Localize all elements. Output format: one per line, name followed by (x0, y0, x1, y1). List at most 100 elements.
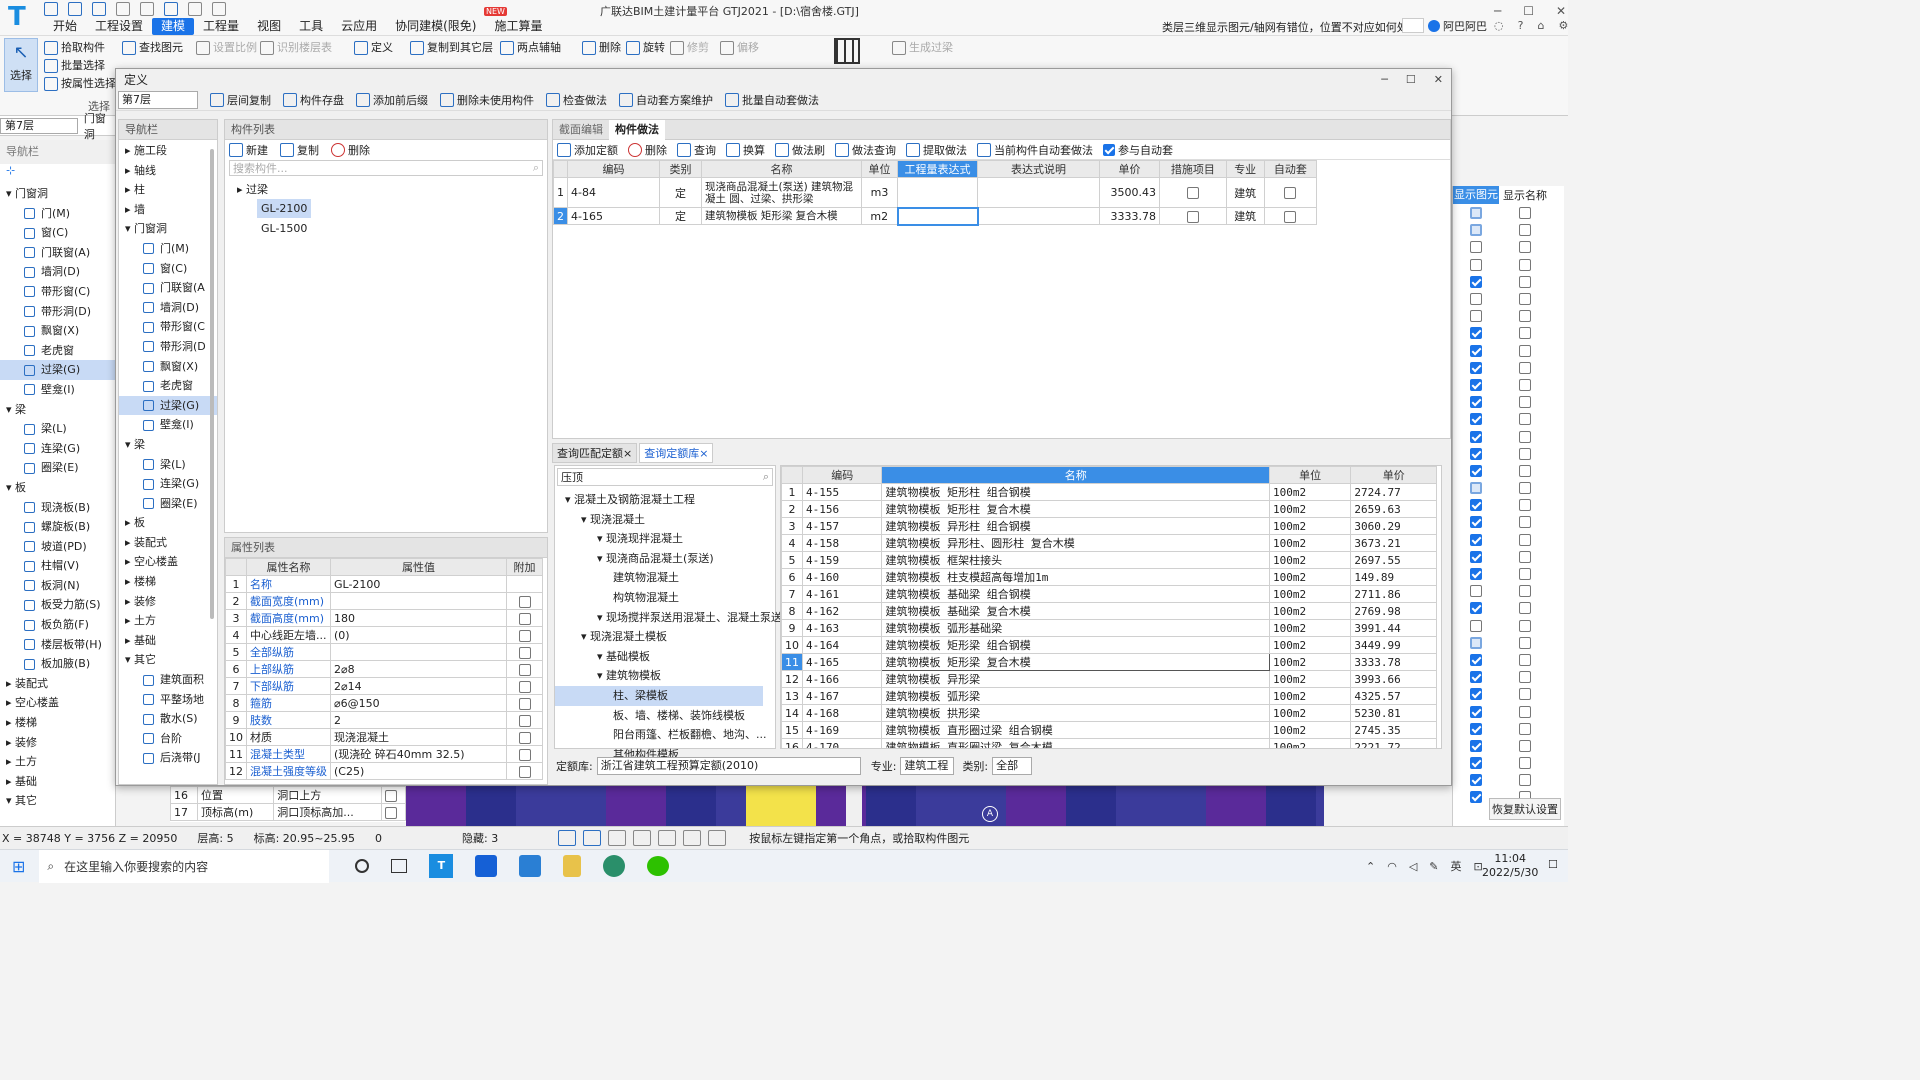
nav-item[interactable]: 门(M) (119, 239, 217, 259)
attach-checkbox[interactable] (518, 697, 531, 710)
floor-selector[interactable]: 第7层 门窗洞 (0, 112, 116, 141)
nav-item[interactable]: 后浇带(J (119, 748, 217, 768)
close-tab-icon[interactable]: × (699, 447, 708, 460)
nav-group[interactable]: ▸ 轴线 (119, 161, 217, 181)
attach-checkbox[interactable] (518, 748, 531, 761)
show-element-checkbox[interactable] (1470, 636, 1482, 649)
menu-tab[interactable]: 工具 (290, 18, 332, 35)
quota-tree-node[interactable]: ▾ 现浇商品混凝土(泵送) (555, 549, 775, 569)
quota-cell-price[interactable]: 2659.63 (1350, 500, 1437, 518)
quota-cell-unit[interactable]: 100m2 (1268, 653, 1352, 671)
nav-group[interactable]: ▸ 装修 (119, 592, 217, 612)
show-name-checkbox[interactable] (1519, 241, 1531, 254)
nav-item[interactable]: 窗(C) (119, 259, 217, 279)
show-element-checkbox[interactable] (1470, 413, 1482, 426)
quota-cell-price[interactable]: 2221.72 (1350, 738, 1437, 748)
quota-row[interactable]: 10 4-164 建筑物模板 矩形梁 组合钢模 100m2 3449.99 (781, 636, 1437, 654)
show-element-checkbox[interactable] (1470, 739, 1482, 752)
major-dropdown[interactable]: 建筑工程 (900, 757, 955, 775)
nav-item[interactable]: 带形窗(C) (0, 282, 115, 302)
quota-cell-price[interactable]: 2711.86 (1350, 585, 1437, 603)
show-element-checkbox[interactable] (1470, 722, 1482, 735)
show-name-checkbox[interactable] (1519, 757, 1531, 770)
dialog-tool-button[interactable]: 检查做法 (546, 92, 607, 108)
cloud-icon[interactable] (164, 2, 178, 16)
nav-item[interactable]: 飘窗(X) (119, 357, 217, 377)
search-icon[interactable]: ⌕ (533, 161, 542, 175)
show-element-checkbox[interactable] (1470, 791, 1482, 804)
nav-group[interactable]: ▸ 楼梯 (119, 572, 217, 592)
quota-cell-n[interactable]: 3 (781, 517, 803, 535)
quota-cell-n[interactable]: 13 (781, 687, 803, 705)
quota-tree-node[interactable]: 建筑物混凝土 (555, 568, 775, 588)
gtj-app-icon[interactable]: T (429, 854, 454, 878)
nav-item[interactable]: 飘窗(X) (0, 321, 115, 341)
property-value[interactable] (330, 643, 507, 661)
quota-cell-name[interactable]: 建筑物模板 直形圈过梁 组合钢模 (881, 721, 1270, 739)
nav-group[interactable]: ▸ 装配式 (119, 533, 217, 553)
show-element-checkbox[interactable] (1470, 378, 1482, 391)
show-element-checkbox[interactable] (1470, 207, 1482, 220)
show-element-checkbox[interactable] (1470, 310, 1482, 323)
quota-row[interactable]: 7 4-161 建筑物模板 基础梁 组合钢模 100m2 2711.86 (781, 585, 1437, 603)
quota-cell-unit[interactable]: 100m2 (1268, 602, 1352, 620)
method-cell-cat[interactable]: 定 (659, 177, 702, 208)
nav-item[interactable]: 圈梁(E) (0, 458, 115, 478)
property-value[interactable]: 2⌀8 (330, 660, 507, 678)
nav-item[interactable]: 梁(L) (119, 455, 217, 475)
nav-group[interactable]: ▾ 其它 (119, 650, 217, 670)
clock[interactable]: 11:04 2022/5/30 (1482, 852, 1538, 880)
show-name-checkbox[interactable] (1519, 430, 1531, 443)
show-name-checkbox[interactable] (1519, 619, 1531, 632)
cad-app-icon[interactable] (519, 855, 542, 877)
show-name-checkbox[interactable] (1519, 310, 1531, 323)
quota-cell-code[interactable]: 4-169 (801, 721, 883, 739)
quota-cell-name[interactable]: 建筑物模板 拱形梁 (881, 704, 1270, 722)
nav-group[interactable]: ▾ 梁 (119, 435, 217, 455)
dialog-close-icon[interactable]: ✕ (1434, 73, 1443, 86)
quota-cell-code[interactable]: 4-170 (801, 738, 883, 748)
quota-tree-node[interactable]: ▾ 建筑物模板 (555, 666, 775, 686)
redo-icon[interactable] (140, 2, 154, 16)
quota-lib-dropdown[interactable]: 浙江省建筑工程预算定额(2010) (596, 757, 861, 775)
measure-checkbox[interactable] (1186, 187, 1199, 199)
column-header[interactable]: 专业 (1225, 160, 1265, 178)
lower-tab[interactable]: 查询匹配定额 × (552, 443, 638, 463)
notification-icon[interactable]: ☐ (1548, 858, 1558, 871)
attach-checkbox[interactable] (518, 765, 531, 778)
ime-indicator[interactable]: 英 (1451, 858, 1462, 874)
show-element-checkbox[interactable] (1470, 688, 1482, 701)
quota-cell-unit[interactable]: 100m2 (1268, 636, 1352, 654)
select-by-attribute-button[interactable]: 按属性选择 (44, 75, 116, 93)
pen-icon[interactable]: ✎ (1429, 860, 1438, 873)
quota-tree-node[interactable]: 构筑物混凝土 (555, 588, 775, 608)
method-tool-button[interactable]: 当前构件自动套做法 (977, 142, 1093, 158)
show-name-checkbox[interactable] (1519, 550, 1531, 563)
show-element-checkbox[interactable] (1470, 241, 1482, 254)
quota-cell-unit[interactable]: 100m2 (1268, 483, 1352, 501)
attach-checkbox[interactable] (518, 595, 531, 608)
nav-item[interactable]: 门(M) (0, 204, 115, 224)
quota-row[interactable]: 13 4-167 建筑物模板 弧形梁 100m2 4325.57 (781, 687, 1437, 705)
quota-cell-code[interactable]: 4-156 (801, 500, 883, 518)
dialog-tool-button[interactable]: 构件存盘 (283, 92, 344, 108)
delete-button[interactable]: 删除 (582, 39, 621, 57)
show-name-checkbox[interactable] (1519, 722, 1531, 735)
nav-item[interactable]: 梁(L) (0, 419, 115, 439)
method-cell-price[interactable]: 3333.78 (1099, 207, 1160, 225)
show-element-checkbox[interactable] (1470, 653, 1482, 666)
show-name-checkbox[interactable] (1519, 275, 1531, 288)
menu-tab[interactable]: 协同建模(限免) (386, 18, 485, 35)
show-element-checkbox[interactable] (1470, 396, 1482, 409)
nav-item[interactable]: 带形洞(D) (0, 302, 115, 322)
show-element-checkbox[interactable] (1470, 533, 1482, 546)
method-cell-expr[interactable] (896, 206, 979, 226)
search-icon[interactable]: ⌕ (763, 470, 772, 484)
property-value[interactable]: 现浇混凝土 (330, 728, 507, 746)
quota-row[interactable]: 16 4-170 建筑物模板 直形圈过梁 复合木模 100m2 2221.72 (781, 738, 1437, 748)
find-element-button[interactable]: 查找图元 (122, 39, 183, 57)
nav-item[interactable]: 门联窗(A) (0, 243, 115, 263)
quota-cell-unit[interactable]: 100m2 (1268, 670, 1352, 688)
show-name-checkbox[interactable] (1519, 585, 1531, 598)
quota-tree-node[interactable]: 阳台雨篷、栏板翻檐、地沟、... (555, 725, 775, 745)
